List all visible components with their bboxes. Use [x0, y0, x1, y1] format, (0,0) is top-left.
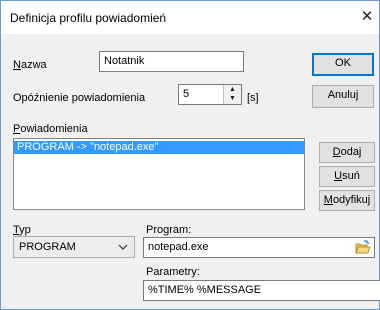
cancel-button[interactable]: Anuluj [312, 85, 374, 108]
notifications-label: Powiadomienia [13, 123, 88, 135]
program-input[interactable]: notepad.exe [143, 237, 375, 258]
add-button[interactable]: Dodaj [319, 142, 375, 163]
close-icon[interactable]: ✕ [357, 8, 377, 26]
delay-unit: [s] [247, 92, 259, 104]
ok-button-label: OK [335, 57, 351, 69]
title-bar: Definicja profilu powiadomień ✕ [1, 1, 379, 34]
name-input-value: Notatnik [104, 55, 145, 67]
ok-button[interactable]: OK [312, 53, 374, 76]
folder-icon[interactable] [355, 240, 371, 255]
name-input[interactable]: Notatnik [99, 51, 244, 72]
program-label: Program: [146, 224, 192, 236]
params-input-value: %TIME% %MESSAGE [148, 284, 262, 296]
cancel-button-label: Anuluj [327, 89, 359, 101]
remove-button[interactable]: Usuń [319, 166, 375, 187]
params-input[interactable]: %TIME% %MESSAGE [143, 280, 380, 301]
modify-button[interactable]: Modyfikuj [319, 190, 375, 211]
type-select[interactable]: PROGRAM [13, 236, 135, 258]
spin-up-icon[interactable]: ▲ [224, 85, 241, 94]
program-input-value: notepad.exe [148, 241, 209, 253]
delay-value: 5 [183, 88, 190, 100]
name-label: Nazwa [13, 59, 47, 71]
spin-down-icon[interactable]: ▼ [224, 94, 241, 103]
params-label: Parametry: [146, 266, 200, 278]
delay-spin-buttons[interactable]: ▲ ▼ [223, 85, 241, 104]
type-label: Typ [13, 224, 31, 236]
delay-label: Opóźnienie powiadomienia [13, 92, 146, 104]
type-select-value: PROGRAM [19, 241, 76, 253]
notification-profile-dialog: Definicja profilu powiadomień ✕ Nazwa No… [0, 0, 380, 310]
chevron-down-icon [118, 244, 128, 250]
notifications-list[interactable]: PROGRAM -> "notepad.exe" [13, 138, 305, 210]
list-item[interactable]: PROGRAM -> "notepad.exe" [14, 141, 304, 154]
dialog-title: Definicja profilu powiadomień [10, 11, 167, 25]
delay-spinbox[interactable]: 5 ▲ ▼ [178, 84, 242, 105]
